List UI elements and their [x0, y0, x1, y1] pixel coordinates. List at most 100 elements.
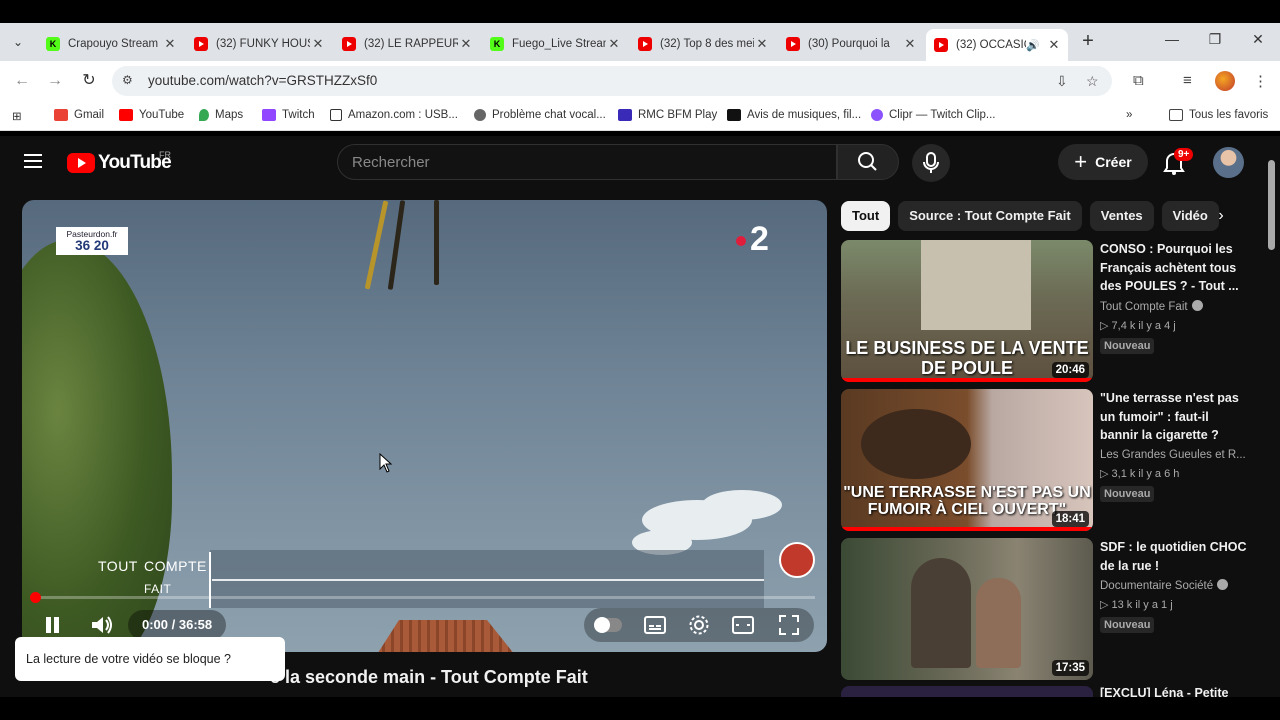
chip-source[interactable]: Source : Tout Compte Fait	[898, 201, 1082, 231]
account-avatar[interactable]	[1213, 147, 1244, 178]
channel-name[interactable]: Documentaire Société	[1100, 580, 1213, 592]
forward-icon[interactable]: →	[45, 71, 65, 91]
back-icon[interactable]: ←	[12, 71, 32, 91]
plus-icon: +	[1074, 149, 1088, 174]
voice-search-button[interactable]	[912, 144, 950, 182]
browser-tab[interactable]: K Crapouyo Stream ✕	[38, 29, 184, 59]
close-icon[interactable]: ✕	[754, 36, 770, 52]
browser-tab[interactable]: K Fuego_Live Stream ✕	[482, 29, 628, 59]
apps-grid-icon[interactable]: ⊞	[12, 109, 22, 123]
bookmark-clipr[interactable]: Clipr — Twitch Clip...	[871, 109, 996, 121]
bookmark-star-icon[interactable]: ☆	[1086, 73, 1099, 90]
video-thumbnail[interactable]: 17:35	[841, 538, 1093, 680]
tab-search-icon[interactable]: ⌄	[8, 32, 28, 52]
hamburger-menu-icon[interactable]	[24, 154, 42, 168]
menu-dots-icon[interactable]: ⋮	[1253, 72, 1268, 90]
bookmark-gmail[interactable]: Gmail	[54, 109, 104, 121]
scrollbar-thumb[interactable]	[1268, 160, 1275, 250]
theater-mode-icon[interactable]	[732, 616, 754, 634]
bookmark-youtube[interactable]: YouTube	[119, 109, 184, 121]
progress-bar[interactable]	[30, 592, 815, 603]
create-button[interactable]: + Créer	[1058, 144, 1148, 180]
restore-button[interactable]: ❐	[1200, 31, 1230, 51]
close-icon[interactable]: ✕	[162, 36, 178, 52]
channel-watermark[interactable]	[779, 542, 815, 578]
reload-icon[interactable]: ↻	[79, 71, 99, 91]
close-icon[interactable]: ✕	[606, 36, 622, 52]
thumb-person	[976, 578, 1021, 668]
video-stats: ▷ 13 k il y a 1 j	[1100, 599, 1173, 611]
speaker-icon[interactable]: 🔊	[1026, 39, 1040, 52]
browser-tab[interactable]: (30) Pourquoi la ✕	[778, 29, 924, 59]
france2-logo: 2	[736, 220, 769, 259]
video-thumbnail[interactable]: LE BUSINESS DE LA VENTE DE POULE 20:46	[841, 240, 1093, 382]
browser-tab[interactable]: (32) FUNKY HOUSE ✕	[186, 29, 332, 59]
youtube-logo[interactable]: YouTube FR	[67, 150, 172, 174]
browser-tab[interactable]: (32) LE RAPPEUR ✕	[334, 29, 480, 59]
profile-avatar[interactable]	[1215, 71, 1235, 91]
browser-tab-active[interactable]: (32) OCCASION 🔊 ✕	[926, 29, 1068, 61]
video-title[interactable]: SDF : le quotidien CHOC de la rue !	[1100, 538, 1250, 575]
subtitles-icon[interactable]	[644, 616, 666, 634]
don-line2: 36 20	[75, 238, 109, 253]
bookmark-twitch[interactable]: Twitch	[262, 109, 315, 121]
progress-knob[interactable]	[30, 592, 41, 603]
youtube-icon	[786, 37, 800, 51]
page-scrollbar[interactable]	[1266, 146, 1276, 686]
bookmark-amazon[interactable]: Amazon.com : USB...	[330, 109, 458, 121]
amazon-icon	[330, 109, 342, 121]
autoplay-toggle[interactable]	[594, 617, 622, 633]
recommended-video[interactable]: "UNE TERRASSE N'EST PAS UN FUMOIR À CIEL…	[841, 389, 1261, 531]
youtube-icon	[119, 109, 133, 121]
search-button[interactable]	[837, 144, 899, 180]
chip-all[interactable]: Tout	[841, 201, 891, 231]
lower-third-line	[209, 552, 211, 608]
video-player[interactable]: Pasteurdon.fr 36 20 2 TOUT COMPTE FAIT 0…	[22, 200, 827, 652]
search-input[interactable]: Rechercher	[337, 144, 837, 180]
pause-button[interactable]	[44, 615, 60, 635]
video-title-main: e la seconde main - Tout Compte Fait	[270, 667, 588, 687]
bookmark-maps[interactable]: Maps	[199, 109, 243, 121]
watched-bar	[841, 527, 1093, 531]
video-title[interactable]: CONSO : Pourquoi les Français achètent t…	[1100, 240, 1250, 296]
recommended-video[interactable]: 17:35 SDF : le quotidien CHOC de la rue …	[841, 538, 1261, 680]
bookmarks-overflow-icon[interactable]: »	[1126, 109, 1132, 121]
chevron-right-icon[interactable]: ›	[1206, 201, 1236, 231]
bookmark-rmc[interactable]: RMC BFM Play	[618, 109, 717, 121]
playback-help-toast[interactable]: La lecture de votre vidéo se bloque ?	[15, 637, 285, 681]
country-code: FR	[159, 150, 171, 160]
media-control-icon[interactable]: ≡	[1183, 72, 1192, 89]
maps-icon	[199, 109, 209, 121]
close-icon[interactable]: ✕	[310, 36, 326, 52]
all-bookmarks[interactable]: Tous les favoris	[1169, 109, 1268, 121]
close-icon[interactable]: ✕	[902, 36, 918, 52]
site-info-icon[interactable]: ⚙	[122, 73, 133, 87]
install-app-icon[interactable]: ⇩	[1056, 73, 1068, 90]
video-thumbnail[interactable]	[841, 686, 1093, 697]
twitch-icon	[262, 109, 276, 121]
tab-label: Fuego_Live Stream	[512, 38, 606, 50]
recommended-video[interactable]: LE BUSINESS DE LA VENTE DE POULE 20:46 C…	[841, 240, 1261, 382]
channel-name[interactable]: Tout Compte Fait	[1100, 301, 1188, 313]
video-title[interactable]: "Une terrasse n'est pas un fumoir" : fau…	[1100, 389, 1250, 445]
bookmark-avis[interactable]: Avis de musiques, fil...	[727, 109, 861, 121]
channel-name[interactable]: Les Grandes Gueules et R...	[1100, 449, 1246, 461]
close-window-button[interactable]: ✕	[1243, 31, 1273, 51]
browser-tab[interactable]: (32) Top 8 des meilleurs ✕	[630, 29, 776, 59]
settings-gear-icon[interactable]	[688, 614, 710, 636]
video-object	[387, 200, 406, 290]
minimize-button[interactable]: —	[1157, 31, 1187, 51]
volume-icon[interactable]	[90, 614, 114, 636]
video-thumbnail[interactable]: "UNE TERRASSE N'EST PAS UN FUMOIR À CIEL…	[841, 389, 1093, 531]
bookmark-chat[interactable]: Problème chat vocal...	[474, 109, 606, 121]
fullscreen-icon[interactable]	[778, 614, 800, 636]
new-tab-button[interactable]: +	[1078, 31, 1098, 52]
extensions-icon[interactable]: ⧉	[1133, 72, 1144, 89]
pasteurdon-logo: Pasteurdon.fr 36 20	[56, 227, 128, 255]
url-text[interactable]: youtube.com/watch?v=GRSTHZZxSf0	[148, 73, 377, 88]
chip-sales[interactable]: Ventes	[1089, 201, 1154, 231]
close-icon[interactable]: ✕	[458, 36, 474, 52]
close-icon[interactable]: ✕	[1046, 37, 1062, 53]
address-bar[interactable]: ⚙ youtube.com/watch?v=GRSTHZZxSf0	[112, 66, 1112, 96]
rmc-icon	[618, 109, 632, 121]
